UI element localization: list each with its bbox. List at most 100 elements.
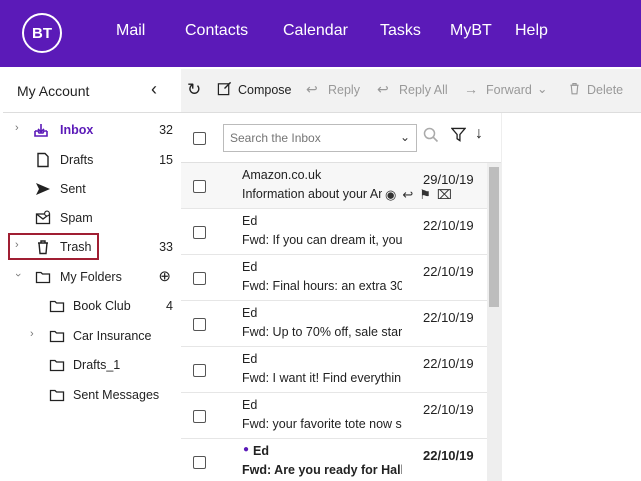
- row-checkbox[interactable]: [193, 226, 206, 239]
- date: 29/10/19: [423, 172, 474, 187]
- row-checkbox[interactable]: [193, 318, 206, 331]
- sender: Ed: [242, 352, 258, 366]
- folder-icon: [35, 269, 51, 285]
- date: 22/10/19: [423, 310, 474, 325]
- sender: Amazon.co.uk: [242, 168, 322, 182]
- chevron-down-icon[interactable]: ›: [12, 273, 24, 277]
- sidebar-item-label: Drafts: [60, 153, 94, 167]
- compose-button[interactable]: Compose: [238, 83, 292, 97]
- sidebar-item-sent-messages[interactable]: Sent Messages: [3, 382, 181, 410]
- nav-contacts[interactable]: Contacts: [185, 22, 248, 40]
- sidebar-item-car-insurance[interactable]: › Car Insurance: [3, 323, 181, 351]
- flag-icon[interactable]: ⚑: [419, 187, 437, 202]
- document-icon: [35, 152, 51, 168]
- row-checkbox[interactable]: [193, 410, 206, 423]
- search-box[interactable]: ⌄: [223, 124, 417, 152]
- chevron-down-icon[interactable]: ⌄: [537, 81, 547, 96]
- sidebar-item-my-folders[interactable]: › My Folders ⊕: [3, 264, 181, 292]
- compose-icon[interactable]: [217, 81, 232, 99]
- mail-toolbar: ↻ Compose ↩ Reply ↩ Reply All → Forward …: [181, 69, 641, 113]
- sidebar-item-label: Drafts_1: [73, 358, 121, 372]
- sidebar-item-inbox[interactable]: › Inbox 32: [3, 117, 181, 145]
- sender: Ed: [242, 306, 258, 320]
- scrollbar-thumb[interactable]: [489, 167, 499, 307]
- subject: Fwd: I want it! Find everythin...: [242, 371, 402, 385]
- sidebar-item-label: Sent Messages: [73, 388, 160, 402]
- add-folder-icon[interactable]: ⊕: [158, 267, 171, 285]
- select-all-checkbox[interactable]: [193, 132, 206, 145]
- spam-icon: [35, 210, 51, 226]
- folder-icon: [49, 328, 65, 344]
- sidebar-item-drafts[interactable]: Drafts 15: [3, 147, 181, 175]
- folder-sidebar: My Account ‹ › Inbox 32 Drafts 15 Sent S…: [3, 69, 181, 481]
- inbox-icon: [33, 122, 49, 138]
- bt-logo[interactable]: BT: [22, 13, 62, 53]
- delete-icon[interactable]: [568, 81, 581, 99]
- sidebar-item-sent[interactable]: Sent: [3, 176, 181, 204]
- chevron-left-icon[interactable]: ‹: [151, 79, 157, 100]
- sidebar-item-label: Inbox: [60, 123, 94, 137]
- reply-icon[interactable]: ↩: [306, 81, 318, 98]
- search-icon[interactable]: [423, 127, 439, 146]
- trash-icon[interactable]: ⌧: [437, 187, 458, 202]
- nav-calendar[interactable]: Calendar: [283, 22, 348, 40]
- top-nav-bar: BT Mail Contacts Calendar Tasks MyBT Hel…: [0, 0, 641, 67]
- filter-icon[interactable]: [450, 127, 467, 145]
- sidebar-item-label: Book Club: [73, 299, 131, 313]
- eye-icon[interactable]: ◉: [385, 187, 402, 202]
- list-item[interactable]: ● Ed Fwd: Are you ready for Hallo... 22/…: [181, 439, 487, 481]
- sidebar-item-spam[interactable]: Spam: [3, 205, 181, 233]
- unread-count: 4: [166, 299, 173, 313]
- forward-button[interactable]: Forward: [486, 83, 532, 97]
- nav-help[interactable]: Help: [515, 22, 548, 40]
- list-item[interactable]: Ed Fwd: Final hours: an extra 30... 22/1…: [181, 255, 487, 301]
- forward-icon[interactable]: →: [464, 81, 478, 97]
- reply-button[interactable]: Reply: [328, 83, 360, 97]
- nav-mybt[interactable]: MyBT: [450, 22, 492, 40]
- date: 22/10/19: [423, 264, 474, 279]
- list-item[interactable]: Ed Fwd: Up to 70% off, sale star... 22/1…: [181, 301, 487, 347]
- list-item[interactable]: Ed Fwd: If you can dream it, you... 22/1…: [181, 209, 487, 255]
- nav-tasks[interactable]: Tasks: [380, 22, 421, 40]
- refresh-icon[interactable]: ↻: [187, 80, 201, 100]
- list-item[interactable]: Ed Fwd: I want it! Find everythin... 22/…: [181, 347, 487, 393]
- folder-icon: [49, 357, 65, 373]
- reading-pane: [501, 113, 641, 481]
- folder-icon: [49, 298, 65, 314]
- sidebar-item-label: Sent: [60, 182, 86, 196]
- subject: Fwd: Are you ready for Hallo...: [242, 463, 402, 477]
- message-list: ⌄ ↓ Amazon.co.uk Information about your …: [181, 113, 501, 481]
- row-checkbox[interactable]: [193, 180, 206, 193]
- sidebar-item-book-club[interactable]: Book Club 4: [3, 293, 181, 321]
- row-checkbox[interactable]: [193, 456, 206, 469]
- chevron-down-icon[interactable]: ⌄: [400, 130, 410, 144]
- unread-dot-icon: ●: [243, 444, 250, 455]
- list-scrollbar[interactable]: [487, 163, 501, 481]
- unread-count: 32: [159, 123, 173, 137]
- sender: Ed: [242, 214, 258, 228]
- list-item[interactable]: Ed Fwd: your favorite tote now s... 22/1…: [181, 393, 487, 439]
- subject: Information about your Amazon: [242, 187, 382, 201]
- sidebar-item-drafts-1[interactable]: Drafts_1: [3, 352, 181, 380]
- trash-highlight-box: [8, 233, 99, 260]
- nav-mail[interactable]: Mail: [116, 22, 145, 40]
- sort-arrow-icon[interactable]: ↓: [475, 125, 483, 143]
- date: 22/10/19: [423, 218, 474, 233]
- unread-count: 33: [159, 240, 173, 254]
- search-input[interactable]: [224, 125, 384, 151]
- reply-all-icon[interactable]: ↩: [377, 81, 389, 98]
- sender: Ed: [242, 398, 258, 412]
- date: 22/10/19: [423, 402, 474, 417]
- date: 22/10/19: [423, 356, 474, 371]
- row-checkbox[interactable]: [193, 272, 206, 285]
- list-item[interactable]: Amazon.co.uk Information about your Amaz…: [181, 163, 487, 209]
- row-checkbox[interactable]: [193, 364, 206, 377]
- chevron-right-icon[interactable]: ›: [30, 328, 34, 340]
- subject: Fwd: your favorite tote now s...: [242, 417, 402, 431]
- unread-count: 15: [159, 153, 173, 167]
- subject: Fwd: Up to 70% off, sale star...: [242, 325, 402, 339]
- chevron-right-icon[interactable]: ›: [15, 122, 19, 134]
- delete-button[interactable]: Delete: [587, 83, 623, 97]
- reply-all-button[interactable]: Reply All: [399, 83, 448, 97]
- reply-icon[interactable]: ↩: [402, 187, 419, 202]
